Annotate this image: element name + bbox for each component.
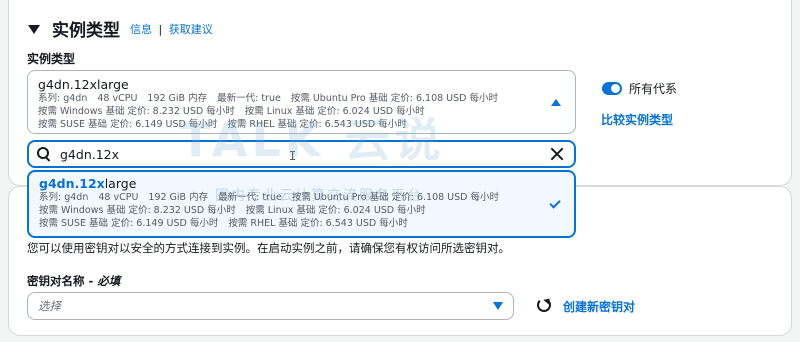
instance-option[interactable]: g4dn.12xlarge 系列: g4dn 48 vCPU 192 GiB 内存最… [27, 170, 576, 238]
all-generations-toggle[interactable]: 所有代系 [602, 80, 677, 97]
section-header: 实例类型 信息 | 获取建议 [28, 16, 213, 41]
caret-down-icon [493, 302, 503, 310]
link-separator: | [158, 22, 163, 36]
info-link[interactable]: 信息 [130, 23, 152, 36]
selected-detail-line-3: 按需 SUSE 基础 定价: 6.149 USD 每小时 按需 RHEL 基础 定… [38, 119, 407, 130]
info-links: 信息 | 获取建议 [130, 21, 213, 37]
clear-icon[interactable] [550, 147, 564, 161]
option-detail-line-2: 按需 Windows 基础 定价: 8.232 USD 每小时 按需 Linux … [39, 205, 426, 216]
option-detail-line-3: 按需 SUSE 基础 定价: 6.149 USD 每小时 按需 RHEL 基础 定… [39, 218, 408, 229]
caret-up-icon[interactable] [551, 99, 561, 106]
compare-instance-types-link[interactable]: 比较实例类型 [601, 111, 673, 128]
search-input[interactable] [60, 146, 550, 162]
selected-instance-name: g4dn.12xlarge [38, 77, 129, 92]
selected-detail-line-2: 按需 Windows 基础 定价: 8.232 USD 每小时 按需 Linux … [38, 106, 425, 117]
instance-search[interactable]: I [27, 140, 576, 168]
refresh-icon[interactable] [537, 298, 551, 312]
key-pair-placeholder: 选择 [38, 299, 61, 313]
option-detail-line-1: 系列: g4dn 48 vCPU 192 GiB 内存 最新一代: true 按需 Ub… [39, 192, 500, 203]
selected-detail-line-1: 系列: g4dn 48 vCPU 192 GiB 内存 最新一代: true 按需 Ub… [38, 93, 499, 104]
key-pair-description: 您可以使用密钥对以安全的方式连接到实例。在启动实例之前，请确保您有权访问所选密钥… [27, 241, 510, 255]
option-name: g4dn.12xlarge [39, 176, 137, 191]
key-pair-select[interactable]: 选择 [27, 292, 514, 320]
toggle-switch[interactable] [602, 82, 622, 95]
required-marker: 必填 [97, 274, 121, 288]
collapse-caret-icon[interactable] [28, 24, 40, 34]
get-advice-link[interactable]: 获取建议 [169, 23, 213, 36]
text-cursor-icon: I [289, 149, 297, 163]
instance-type-select[interactable]: g4dn.12xlarge 系列: g4dn 48 vCPU 192 GiB 内存最… [27, 70, 576, 134]
search-icon [37, 147, 51, 161]
toggle-label: 所有代系 [629, 82, 678, 96]
instance-type-label: 实例类型 [27, 52, 76, 66]
key-pair-label: 密钥对名称 - 必填 [27, 274, 121, 288]
create-key-pair-link[interactable]: 创建新密钥对 [563, 298, 635, 315]
section-title: 实例类型 [52, 21, 120, 41]
